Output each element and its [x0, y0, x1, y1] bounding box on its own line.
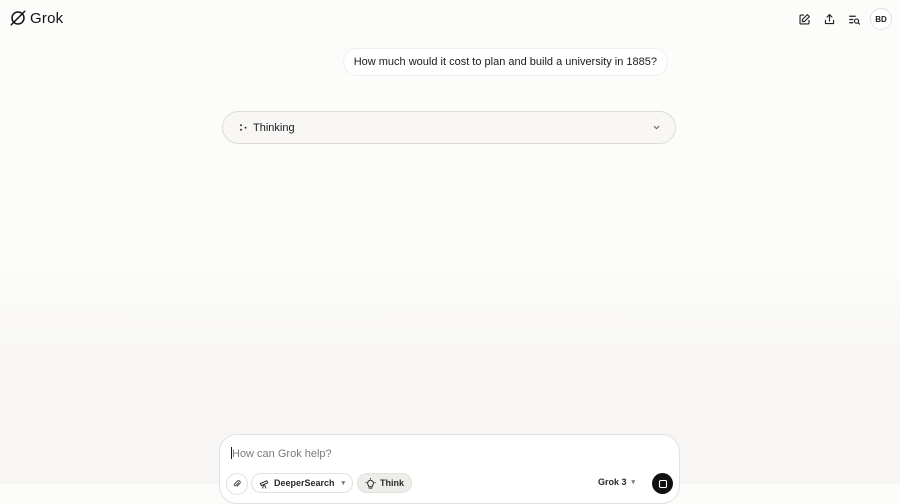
logo[interactable]: Grok [9, 9, 63, 27]
grok-logo-icon [10, 10, 26, 26]
avatar[interactable]: BD [870, 8, 892, 30]
app-name: Grok [30, 9, 64, 27]
share-icon [824, 13, 834, 24]
think-button[interactable]: Think [357, 473, 412, 493]
model-label: Grok 3 [597, 477, 627, 487]
share-button[interactable] [818, 8, 840, 30]
deepersearch-label: DeeperSearch [274, 478, 335, 488]
deepersearch-button[interactable]: DeeperSearch ▾ [251, 473, 353, 493]
history-search-icon [848, 15, 860, 25]
new-chat-button[interactable] [793, 8, 815, 30]
edit-icon [798, 13, 810, 25]
thinking-label: Thinking [253, 121, 295, 134]
thinking-dots-icon [239, 123, 248, 132]
chevron-down-icon: ▾ [631, 479, 635, 486]
lightbulb-icon [365, 477, 376, 489]
telescope-icon [259, 479, 269, 489]
history-search-button[interactable] [843, 8, 865, 30]
user-message: How much would it cost to plan and build… [342, 48, 668, 76]
composer-toolbar: DeeperSearch ▾ Think Grok 3 ▾ [226, 473, 673, 497]
prompt-input[interactable]: How can Grok help? [231, 447, 531, 460]
prompt-placeholder: How can Grok help? [232, 448, 332, 460]
thinking-panel[interactable]: Thinking [222, 111, 676, 144]
composer: How can Grok help? DeeperSearch ▾ Think … [219, 434, 680, 504]
paperclip-icon [233, 480, 241, 487]
chevron-down-icon [652, 123, 661, 132]
attach-button[interactable] [226, 473, 248, 495]
chevron-down-icon: ▾ [341, 480, 345, 487]
think-label: Think [380, 478, 404, 488]
top-bar: Grok BD [0, 0, 900, 38]
top-actions: BD [790, 8, 892, 30]
model-selector[interactable]: Grok 3 ▾ [598, 477, 635, 487]
